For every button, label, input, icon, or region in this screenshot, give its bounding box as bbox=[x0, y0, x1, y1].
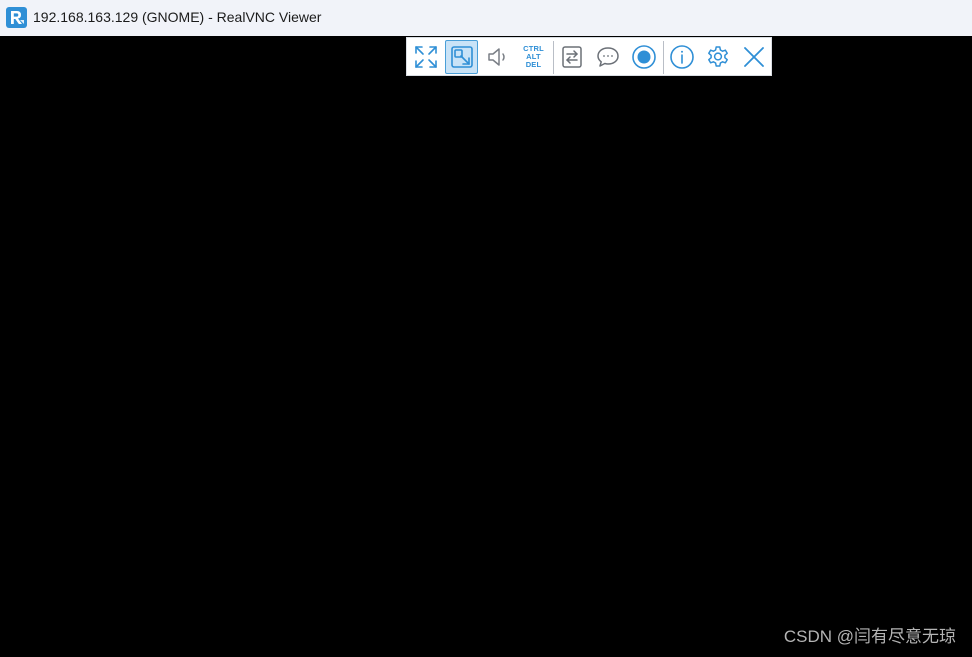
csdn-watermark: CSDN @闫有尽意无琼 bbox=[783, 627, 956, 646]
record-icon bbox=[631, 44, 657, 70]
audio-button[interactable] bbox=[481, 40, 514, 74]
ctrl-alt-del-icon: CTRL ALT DEL bbox=[523, 45, 544, 69]
close-icon bbox=[741, 44, 767, 70]
expand-arrows-icon bbox=[413, 44, 439, 70]
scale-to-window-icon bbox=[449, 44, 475, 70]
scaling-button[interactable] bbox=[445, 40, 478, 74]
chat-bubble-icon bbox=[595, 44, 621, 70]
close-button[interactable] bbox=[737, 40, 770, 74]
gear-icon bbox=[705, 44, 731, 70]
vnc-viewer-window: 192.168.163.129 (GNOME) - RealVNC Viewer bbox=[0, 0, 972, 657]
remote-desktop-screen[interactable] bbox=[0, 36, 972, 657]
ctrl-alt-del-button[interactable]: CTRL ALT DEL bbox=[517, 40, 550, 74]
speaker-icon bbox=[485, 44, 511, 70]
toolbar-divider bbox=[553, 41, 554, 74]
transfer-arrows-icon bbox=[559, 44, 585, 70]
fullscreen-button[interactable] bbox=[409, 40, 442, 74]
record-button[interactable] bbox=[627, 40, 660, 74]
file-transfer-button[interactable] bbox=[555, 40, 588, 74]
vnc-toolbar: CTRL ALT DEL bbox=[406, 37, 772, 76]
settings-button[interactable] bbox=[701, 40, 734, 74]
info-button[interactable] bbox=[665, 40, 698, 74]
realvnc-logo-icon bbox=[6, 7, 27, 28]
del-label: DEL bbox=[525, 60, 542, 69]
title-bar[interactable]: 192.168.163.129 (GNOME) - RealVNC Viewer bbox=[0, 0, 972, 36]
chat-button[interactable] bbox=[591, 40, 624, 74]
info-icon bbox=[669, 44, 695, 70]
window-title: 192.168.163.129 (GNOME) - RealVNC Viewer bbox=[33, 9, 322, 25]
toolbar-divider bbox=[663, 41, 664, 74]
